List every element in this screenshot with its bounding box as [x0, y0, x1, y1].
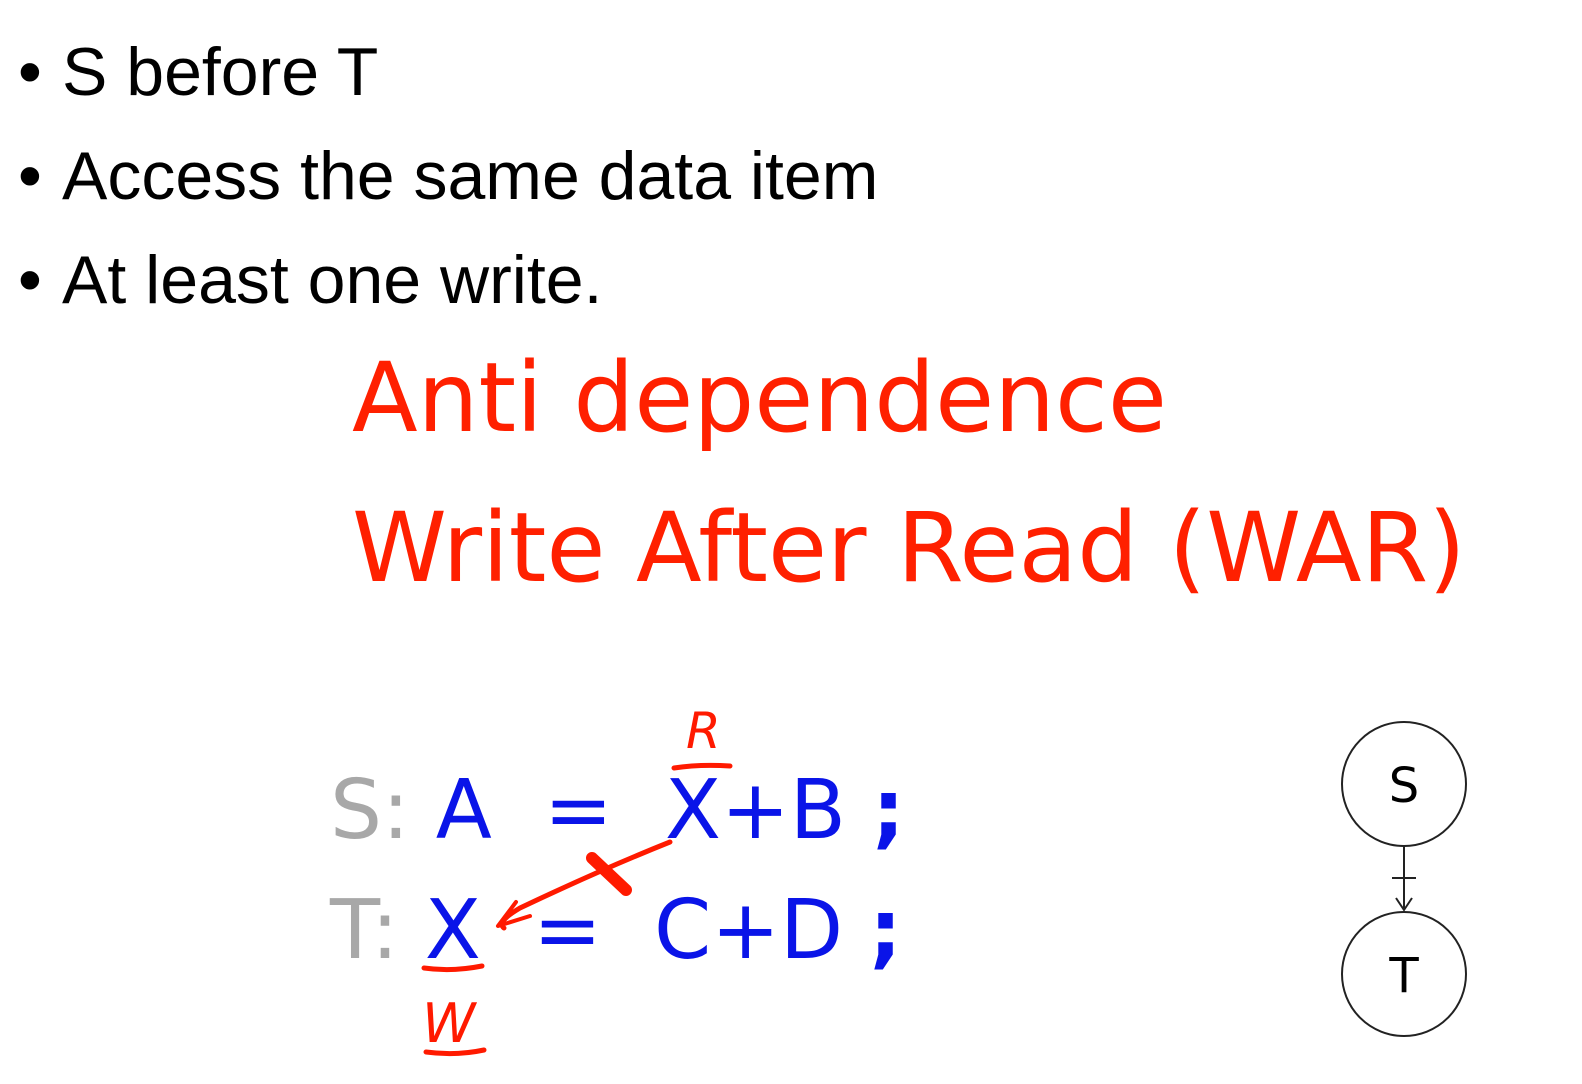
write-mark: W	[422, 992, 478, 1055]
graph-node-s-label: S	[1389, 758, 1419, 814]
read-mark: R	[686, 702, 721, 760]
write-underline	[421, 963, 485, 973]
dependence-graph: S T	[1341, 721, 1467, 1037]
graph-node-t-label: T	[1388, 948, 1419, 1004]
annotation-layer: R W S T	[421, 702, 1467, 1057]
read-underline	[671, 762, 733, 771]
